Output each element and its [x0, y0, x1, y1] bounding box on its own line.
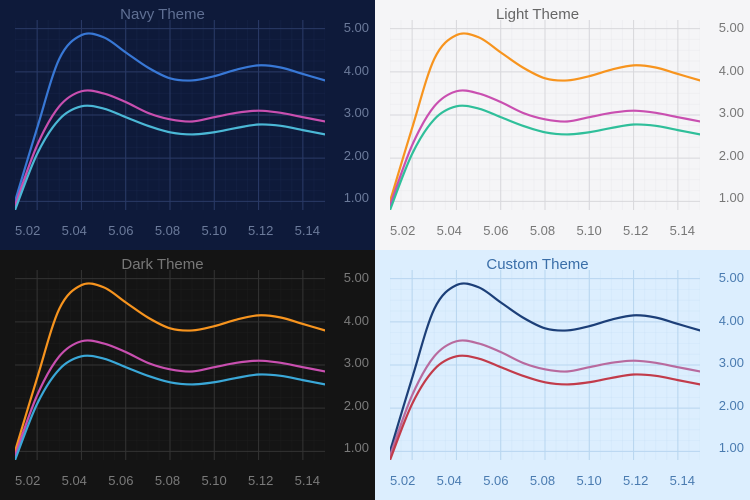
- plot-area: [15, 20, 325, 210]
- y-tick: 1.00: [329, 190, 369, 205]
- y-tick: 5.00: [704, 20, 744, 35]
- y-axis: 1.00 2.00 3.00 4.00 5.00: [704, 20, 744, 205]
- x-tick: 5.04: [62, 473, 87, 488]
- x-tick: 5.02: [15, 223, 40, 238]
- x-tick: 5.08: [530, 223, 555, 238]
- y-tick: 4.00: [329, 313, 369, 328]
- x-tick: 5.14: [295, 223, 320, 238]
- y-tick: 4.00: [704, 313, 744, 328]
- y-tick: 5.00: [329, 20, 369, 35]
- y-tick: 2.00: [704, 148, 744, 163]
- y-tick: 3.00: [704, 105, 744, 120]
- x-tick: 5.10: [576, 223, 601, 238]
- x-tick: 5.10: [201, 223, 226, 238]
- y-axis: 1.00 2.00 3.00 4.00 5.00: [329, 270, 369, 455]
- x-tick: 5.08: [530, 473, 555, 488]
- x-tick: 5.04: [437, 223, 462, 238]
- x-tick: 5.14: [670, 223, 695, 238]
- x-tick: 5.12: [248, 473, 273, 488]
- x-tick: 5.10: [576, 473, 601, 488]
- panel-light: Light Theme 1.00 2.00 3.00 4.00 5.00 5.0…: [375, 0, 750, 250]
- x-tick: 5.04: [437, 473, 462, 488]
- y-tick: 3.00: [329, 105, 369, 120]
- y-tick: 1.00: [704, 440, 744, 455]
- y-tick: 5.00: [704, 270, 744, 285]
- x-tick: 5.02: [15, 473, 40, 488]
- x-tick: 5.14: [670, 473, 695, 488]
- y-tick: 4.00: [329, 63, 369, 78]
- chart-grid: Navy Theme 1.00 2.00 3.00 4.00 5.00 5.02…: [0, 0, 750, 500]
- y-tick: 1.00: [329, 440, 369, 455]
- panel-dark: Dark Theme 1.00 2.00 3.00 4.00 5.00 5.02…: [0, 250, 375, 500]
- x-tick: 5.12: [248, 223, 273, 238]
- y-tick: 3.00: [704, 355, 744, 370]
- x-tick: 5.06: [108, 223, 133, 238]
- x-axis: 5.02 5.04 5.06 5.08 5.10 5.12 5.14: [15, 473, 320, 488]
- y-axis: 1.00 2.00 3.00 4.00 5.00: [704, 270, 744, 455]
- x-tick: 5.02: [390, 223, 415, 238]
- plot-area: [390, 20, 700, 210]
- x-tick: 5.08: [155, 223, 180, 238]
- y-tick: 5.00: [329, 270, 369, 285]
- plot-area: [390, 270, 700, 460]
- y-axis: 1.00 2.00 3.00 4.00 5.00: [329, 20, 369, 205]
- y-tick: 2.00: [704, 398, 744, 413]
- y-tick: 1.00: [704, 190, 744, 205]
- x-axis: 5.02 5.04 5.06 5.08 5.10 5.12 5.14: [390, 473, 695, 488]
- x-tick: 5.02: [390, 473, 415, 488]
- x-tick: 5.12: [623, 473, 648, 488]
- panel-navy: Navy Theme 1.00 2.00 3.00 4.00 5.00 5.02…: [0, 0, 375, 250]
- x-tick: 5.08: [155, 473, 180, 488]
- x-tick: 5.12: [623, 223, 648, 238]
- x-tick: 5.06: [483, 473, 508, 488]
- y-tick: 2.00: [329, 398, 369, 413]
- x-axis: 5.02 5.04 5.06 5.08 5.10 5.12 5.14: [390, 223, 695, 238]
- y-tick: 4.00: [704, 63, 744, 78]
- y-tick: 2.00: [329, 148, 369, 163]
- x-axis: 5.02 5.04 5.06 5.08 5.10 5.12 5.14: [15, 223, 320, 238]
- x-tick: 5.10: [201, 473, 226, 488]
- plot-area: [15, 270, 325, 460]
- y-tick: 3.00: [329, 355, 369, 370]
- x-tick: 5.14: [295, 473, 320, 488]
- x-tick: 5.06: [108, 473, 133, 488]
- panel-custom: Custom Theme 1.00 2.00 3.00 4.00 5.00 5.…: [375, 250, 750, 500]
- x-tick: 5.06: [483, 223, 508, 238]
- x-tick: 5.04: [62, 223, 87, 238]
